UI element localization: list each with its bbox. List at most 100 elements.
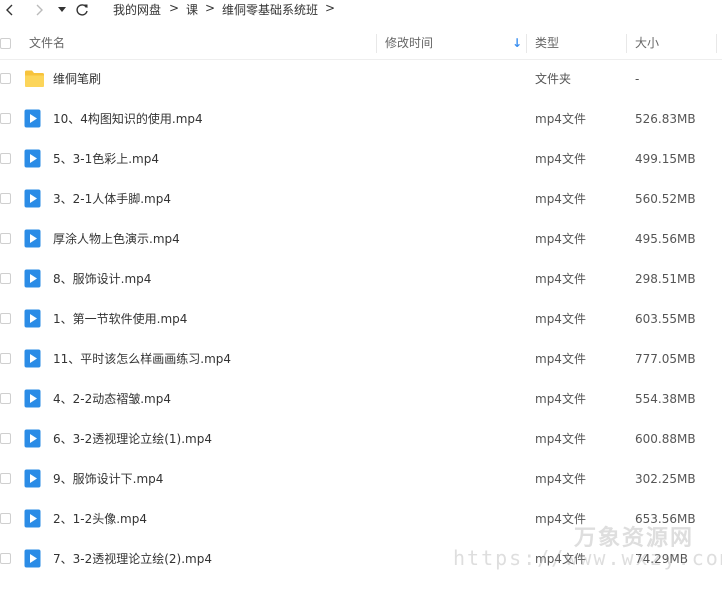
file-type: mp4文件 [535, 112, 586, 126]
file-type: mp4文件 [535, 192, 586, 206]
file-name[interactable]: 5、3-1色彩上.mp4 [53, 139, 159, 179]
row-checkbox[interactable] [0, 233, 11, 244]
file-size: 560.52MB [635, 192, 696, 206]
file-name[interactable]: 10、4构图知识的使用.mp4 [53, 99, 203, 139]
file-row[interactable]: 1、第一节软件使用.mp4 mp4文件 603.55MB [0, 299, 722, 339]
breadcrumb-course[interactable]: 课 [186, 1, 198, 18]
row-checkbox[interactable] [0, 513, 11, 524]
file-type: mp4文件 [535, 552, 586, 566]
file-name[interactable]: 1、第一节软件使用.mp4 [53, 299, 187, 339]
file-row[interactable]: 5、3-1色彩上.mp4 mp4文件 499.15MB [0, 139, 722, 179]
video-file-icon [24, 189, 43, 208]
file-name[interactable]: 2、1-2头像.mp4 [53, 499, 147, 539]
file-row[interactable]: 8、服饰设计.mp4 mp4文件 298.51MB [0, 259, 722, 299]
file-size: - [635, 72, 640, 86]
row-checkbox[interactable] [0, 353, 11, 364]
chevron-right-icon [36, 4, 43, 16]
forward-button[interactable] [32, 0, 46, 20]
file-type: mp4文件 [535, 152, 586, 166]
column-divider[interactable] [526, 34, 527, 53]
breadcrumb-separator: > [205, 1, 216, 15]
file-type: mp4文件 [535, 392, 586, 406]
video-file-icon [24, 349, 43, 368]
file-size: 298.51MB [635, 272, 696, 286]
row-checkbox[interactable] [0, 313, 11, 324]
breadcrumb-my-drive[interactable]: 我的网盘 [113, 1, 161, 18]
file-row[interactable]: 厚涂人物上色演示.mp4 mp4文件 495.56MB [0, 219, 722, 259]
breadcrumb-separator: > [169, 1, 180, 15]
file-name[interactable]: 11、平时该怎么样画画练习.mp4 [53, 339, 231, 379]
column-divider[interactable] [716, 34, 717, 53]
file-row[interactable]: 9、服饰设计下.mp4 mp4文件 302.25MB [0, 459, 722, 499]
video-file-icon [24, 309, 43, 328]
refresh-icon [76, 4, 88, 16]
history-dropdown-button[interactable] [56, 0, 68, 20]
file-name[interactable]: 3、2-1人体手脚.mp4 [53, 179, 171, 219]
column-header-name[interactable]: 文件名 [29, 28, 65, 59]
breadcrumb-separator: > [325, 1, 336, 15]
folder-row[interactable]: 维侗笔刷 文件夹 - [0, 59, 722, 99]
video-file-icon [24, 469, 43, 488]
column-header-type[interactable]: 类型 [535, 28, 559, 59]
row-checkbox[interactable] [0, 393, 11, 404]
file-size: 603.55MB [635, 312, 696, 326]
file-name[interactable]: 6、3-2透视理论立绘(1).mp4 [53, 419, 212, 459]
video-file-icon [24, 269, 43, 288]
file-size: 554.38MB [635, 392, 696, 406]
file-name[interactable]: 8、服饰设计.mp4 [53, 259, 151, 299]
file-type: 文件夹 [535, 72, 572, 86]
column-divider[interactable] [376, 34, 377, 53]
sort-desc-icon[interactable]: ↓ [512, 28, 522, 59]
select-all-checkbox[interactable] [0, 38, 11, 49]
file-row[interactable]: 10、4构图知识的使用.mp4 mp4文件 526.83MB [0, 99, 722, 139]
file-type: mp4文件 [535, 472, 586, 486]
file-size: 600.88MB [635, 432, 696, 446]
file-name[interactable]: 9、服饰设计下.mp4 [53, 459, 163, 499]
file-list-header: 文件名 修改时间 ↓ 类型 大小 [0, 28, 722, 60]
row-checkbox[interactable] [0, 153, 11, 164]
file-type: mp4文件 [535, 432, 586, 446]
file-type: mp4文件 [535, 512, 586, 526]
row-checkbox[interactable] [0, 553, 11, 564]
video-file-icon [24, 229, 43, 248]
file-type: mp4文件 [535, 232, 586, 246]
file-name[interactable]: 厚涂人物上色演示.mp4 [53, 219, 180, 259]
row-checkbox[interactable] [0, 473, 11, 484]
file-size: 499.15MB [635, 152, 696, 166]
back-button[interactable] [3, 0, 17, 20]
file-type: mp4文件 [535, 312, 586, 326]
file-row[interactable]: 3、2-1人体手脚.mp4 mp4文件 560.52MB [0, 179, 722, 219]
row-checkbox[interactable] [0, 193, 11, 204]
file-size: 653.56MB [635, 512, 696, 526]
caret-down-icon [58, 7, 66, 12]
column-divider[interactable] [626, 34, 627, 53]
file-row[interactable]: 4、2-2动态褶皱.mp4 mp4文件 554.38MB [0, 379, 722, 419]
file-size: 74.29MB [635, 552, 688, 566]
file-name[interactable]: 维侗笔刷 [53, 59, 101, 99]
refresh-button[interactable] [74, 0, 90, 20]
video-file-icon [24, 549, 43, 568]
file-row[interactable]: 6、3-2透视理论立绘(1).mp4 mp4文件 600.88MB [0, 419, 722, 459]
file-name[interactable]: 7、3-2透视理论立绘(2).mp4 [53, 539, 212, 579]
row-checkbox[interactable] [0, 73, 11, 84]
file-size: 526.83MB [635, 112, 696, 126]
column-header-modified[interactable]: 修改时间 [385, 28, 433, 59]
chevron-left-icon [6, 4, 13, 16]
file-size: 302.25MB [635, 472, 696, 486]
folder-icon [24, 69, 44, 88]
video-file-icon [24, 509, 43, 528]
column-header-size[interactable]: 大小 [635, 28, 659, 59]
file-row[interactable]: 11、平时该怎么样画画练习.mp4 mp4文件 777.05MB [0, 339, 722, 379]
video-file-icon [24, 429, 43, 448]
file-size: 777.05MB [635, 352, 696, 366]
row-checkbox[interactable] [0, 433, 11, 444]
row-checkbox[interactable] [0, 273, 11, 284]
file-row[interactable]: 7、3-2透视理论立绘(2).mp4 mp4文件 74.29MB [0, 539, 722, 579]
file-type: mp4文件 [535, 272, 586, 286]
breadcrumb-current-folder[interactable]: 维侗零基础系统班 [222, 1, 318, 18]
video-file-icon [24, 149, 43, 168]
file-row[interactable]: 2、1-2头像.mp4 mp4文件 653.56MB [0, 499, 722, 539]
file-name[interactable]: 4、2-2动态褶皱.mp4 [53, 379, 171, 419]
row-checkbox[interactable] [0, 113, 11, 124]
file-type: mp4文件 [535, 352, 586, 366]
